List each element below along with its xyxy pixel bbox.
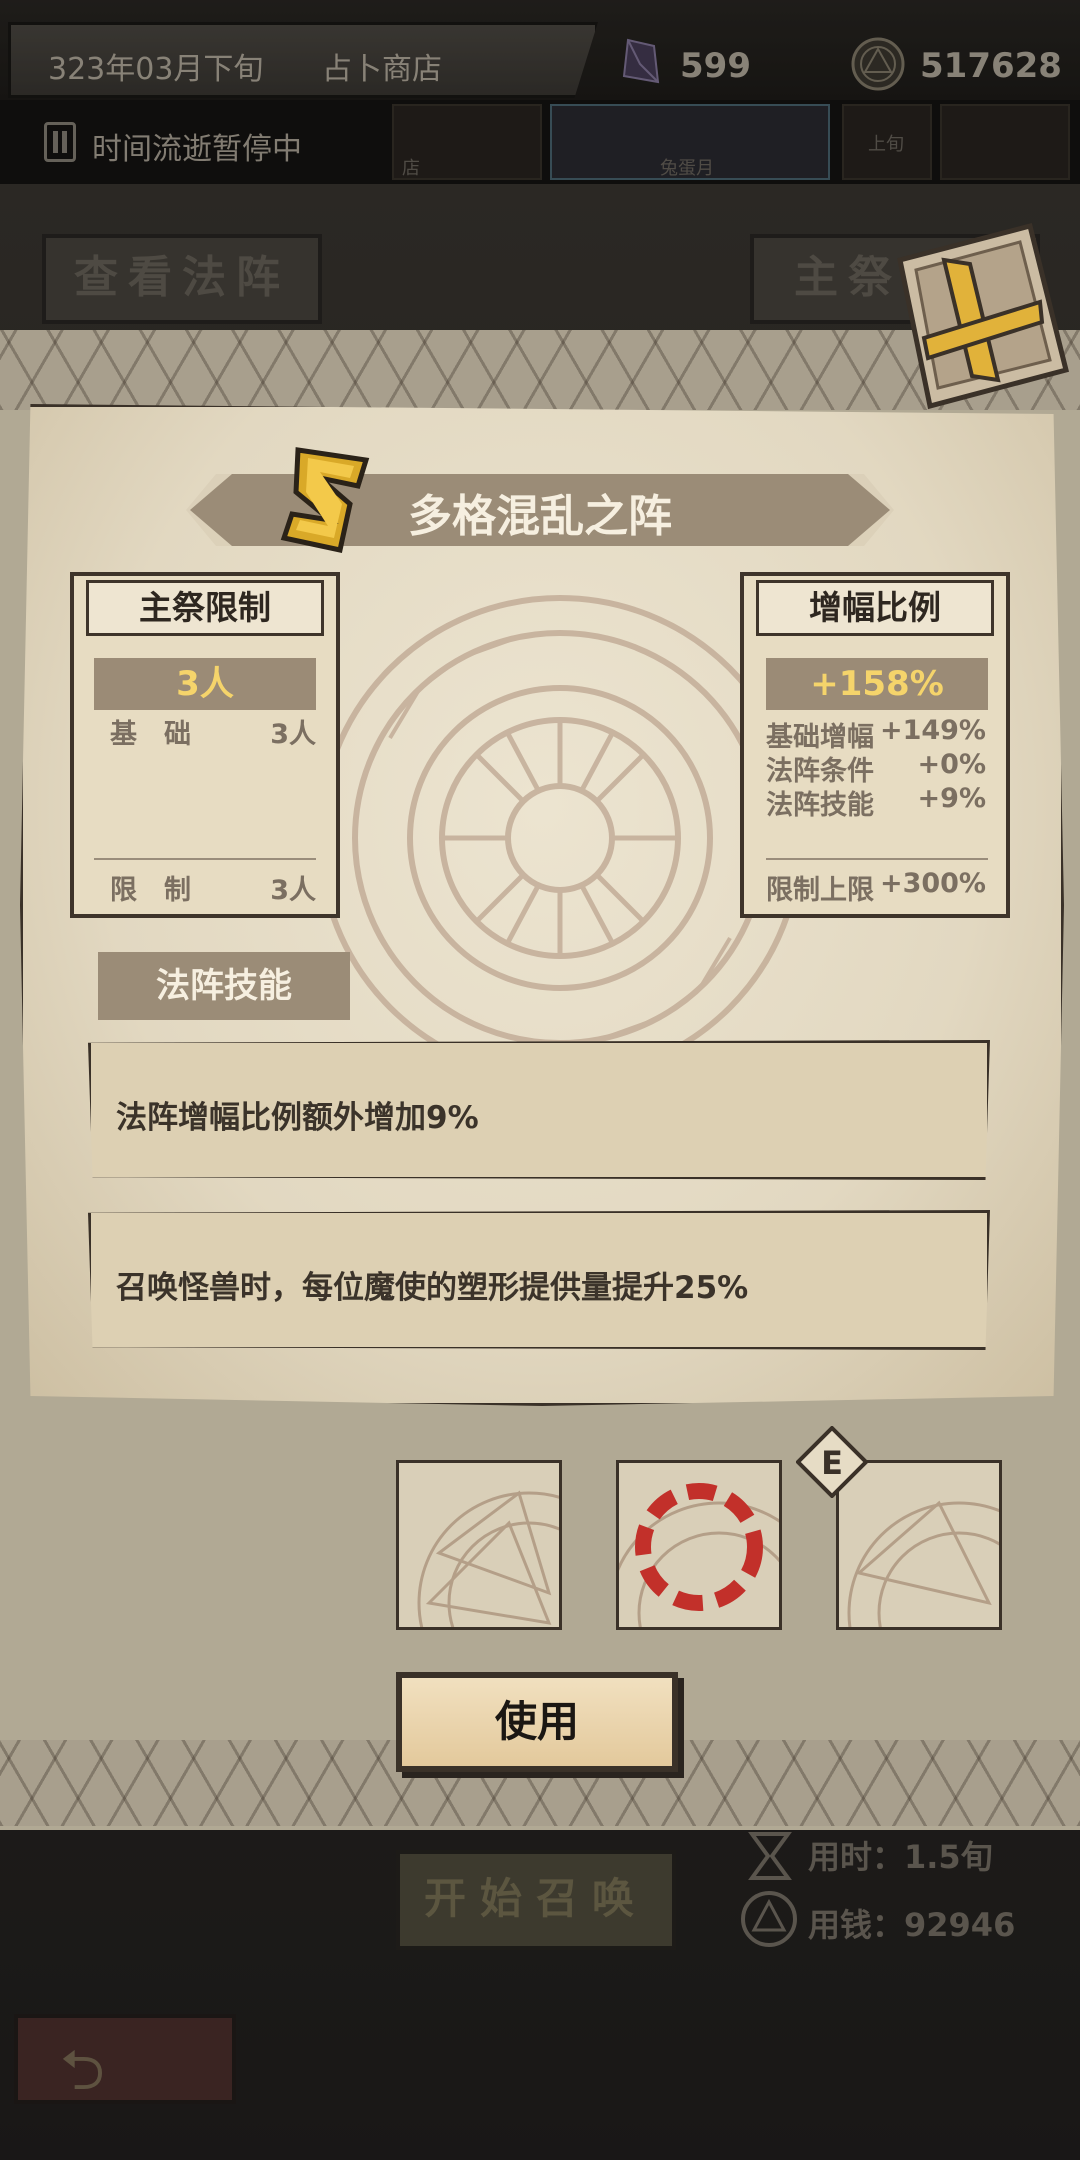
- amplify-row-value: +9%: [917, 783, 986, 814]
- priest-base-label: 基 础: [110, 719, 191, 750]
- skill-description: 召唤怪兽时，每位魔使的塑形提供量提升25%: [116, 1270, 749, 1306]
- array-thumbnail-icon: [619, 1483, 779, 1627]
- amplify-ratio-value: +158%: [766, 658, 988, 710]
- time-cost: 用时：1.5旬: [808, 1838, 993, 1876]
- use-button[interactable]: 使用: [396, 1672, 678, 1772]
- priest-limit-value: 3人: [94, 658, 316, 710]
- close-icon[interactable]: [880, 220, 1070, 410]
- array-skills-label: 法阵技能: [98, 952, 350, 1020]
- priest-limit-label: 限 制: [110, 875, 191, 906]
- amplify-row-value: +0%: [917, 749, 986, 780]
- rank-e-label: E: [821, 1444, 843, 1482]
- back-arrow-icon: ⮌: [60, 2038, 105, 2103]
- skill-description: 法阵增幅比例额外增加9%: [116, 1100, 479, 1136]
- divider: [94, 858, 316, 860]
- amplify-row-value: +149%: [879, 715, 986, 746]
- back-button[interactable]: [14, 2014, 236, 2104]
- array-thumbnail-icon: [417, 1490, 559, 1627]
- priest-base-value: 3人: [270, 719, 316, 750]
- rank-e-badge-icon: E: [796, 1426, 868, 1498]
- rank-s-icon: [280, 447, 370, 553]
- coin-icon: [741, 1891, 797, 1947]
- priest-limit-header: 主祭限制: [86, 580, 324, 636]
- array-slot-2-selected[interactable]: [616, 1460, 782, 1630]
- money-cost: 用钱：92946: [808, 1906, 1016, 1944]
- amplify-ratio-header: 增幅比例: [756, 580, 994, 636]
- start-summon-button[interactable]: 开始召唤: [396, 1850, 676, 1950]
- divider: [766, 858, 988, 860]
- hourglass-icon: [748, 1832, 792, 1880]
- array-slot-1[interactable]: [396, 1460, 562, 1630]
- amplify-row-label: 法阵技能: [766, 790, 874, 821]
- array-title: 多格混乱之阵: [408, 491, 672, 542]
- amplify-cap-label: 限制上限: [766, 875, 874, 906]
- priest-limit-cap: 3人: [270, 875, 316, 906]
- amplify-cap-value: +300%: [879, 868, 986, 899]
